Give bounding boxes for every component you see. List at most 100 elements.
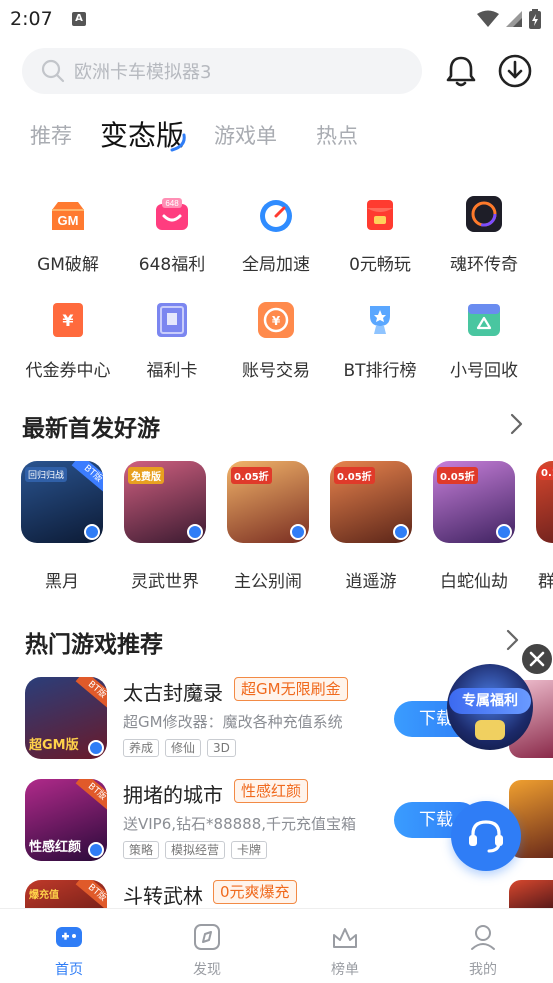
platform-badge	[393, 524, 409, 540]
gm-icon: GM	[52, 202, 84, 230]
new-game-item[interactable]: 0.05折 白蛇仙劫	[431, 461, 517, 592]
nav-label: 我的	[469, 962, 497, 978]
notification-a-icon: A	[72, 12, 86, 26]
chevron-right-icon[interactable]	[504, 629, 520, 651]
shortcut-label: 魂环传奇	[450, 255, 518, 275]
shortcut-voucher[interactable]: ¥ 代金券中心	[16, 300, 120, 381]
red-envelope-icon	[367, 200, 393, 230]
nav-label: 榜单	[331, 962, 359, 978]
shortcut-label: 全局加速	[242, 255, 310, 275]
game-desc: 超GM修改器：魔改各种充值系统	[123, 713, 343, 731]
game-title: 斗转武林	[123, 884, 203, 908]
nav-home[interactable]: 首页	[29, 923, 109, 979]
headset-icon	[469, 820, 503, 853]
platform-badge	[496, 524, 512, 540]
shortcut-label: 0元畅玩	[349, 255, 411, 275]
game-thumbnail: BT版 性感红颜	[25, 779, 107, 861]
close-floating-button[interactable]	[522, 644, 552, 674]
tab-recommend[interactable]: 推荐	[30, 120, 72, 150]
game-thumbnail: 0.05折	[330, 461, 412, 543]
game-thumbnail: BT版 超GM版	[25, 677, 107, 759]
svg-text:¥: ¥	[272, 314, 281, 328]
game-banner: 免费版	[128, 467, 164, 484]
search-icon	[41, 59, 65, 83]
tab-hot[interactable]: 热点	[316, 120, 358, 150]
game-banner: 0.05折	[231, 467, 272, 484]
shortcut-speedup[interactable]: 全局加速	[224, 194, 328, 275]
app-page: 2:07 A 欧洲卡车模拟器3 推荐 变态版 游戏单 热点 GM GM破解 64…	[0, 0, 553, 983]
hot-games-title: 热门游戏推荐	[25, 632, 163, 658]
game-banner: 0.05折	[437, 467, 478, 484]
new-game-item[interactable]: BT版 回归归战 黑月	[19, 461, 105, 592]
thumb-caption: 性感红颜	[29, 840, 82, 855]
game-name: 群	[538, 572, 553, 592]
nav-label: 首页	[55, 962, 83, 978]
tab-game-list[interactable]: 游戏单	[214, 120, 277, 150]
nav-profile[interactable]: 我的	[443, 923, 523, 979]
home-gamepad-icon	[56, 927, 82, 947]
welfare-card-icon	[157, 303, 187, 337]
game-name: 主公别闹	[234, 572, 302, 592]
bt-corner-label: BT版	[71, 461, 103, 494]
wifi-icon	[477, 10, 499, 27]
svg-text:¥: ¥	[62, 311, 73, 330]
shortcut-free-play[interactable]: 0元畅玩	[328, 194, 432, 275]
active-tab-indicator	[170, 133, 186, 152]
shortcut-bt-ranking[interactable]: BT排行榜	[328, 300, 432, 381]
gift-648-icon: 648	[156, 198, 188, 230]
search-bar[interactable]: 欧洲卡车模拟器3	[22, 48, 422, 94]
shortcut-648[interactable]: 648 648福利	[120, 194, 224, 275]
genre-chips: 养成 修仙 3D	[123, 739, 236, 757]
chevron-right-icon[interactable]	[508, 413, 524, 435]
ranking-crown-icon	[333, 928, 357, 948]
exclusive-welfare-badge[interactable]: 专属福利	[447, 664, 533, 750]
platform-badge	[88, 740, 104, 756]
shortcut-label: 代金券中心	[25, 361, 111, 381]
game-title: 太古封魔录	[123, 681, 223, 705]
new-game-item[interactable]: 0.1 群	[534, 461, 553, 592]
soul-ring-icon	[466, 196, 502, 232]
game-banner: 0.1	[539, 467, 553, 480]
shortcut-soul-ring[interactable]: 魂环传奇	[432, 194, 536, 275]
compass-icon	[194, 924, 220, 950]
account-trade-icon: ¥	[258, 302, 294, 338]
customer-service-button[interactable]	[451, 801, 521, 871]
new-game-item[interactable]: 免费版 灵武世界	[122, 461, 208, 592]
profile-icon	[471, 925, 495, 950]
genre-chip: 修仙	[165, 739, 202, 757]
shortcut-label: 福利卡	[146, 361, 198, 381]
shortcut-label: GM破解	[37, 255, 99, 275]
shortcut-welfare-card[interactable]: 福利卡	[120, 300, 224, 381]
genre-chips: 策略 模拟经营 卡牌	[123, 841, 268, 859]
game-thumbnail: 0.05折	[227, 461, 309, 543]
shortcut-account-trade[interactable]: ¥ 账号交易	[224, 300, 328, 381]
hot-game-item[interactable]: BT版 爆充值 斗转武林 0元爽爆充	[25, 880, 545, 908]
game-thumbnail: BT版 回归归战	[21, 461, 103, 543]
svg-text:648: 648	[165, 199, 179, 208]
category-tabs: 推荐 变态版 游戏单 热点	[0, 112, 553, 156]
download-manager-icon[interactable]	[497, 53, 533, 89]
nav-ranking[interactable]: 榜单	[305, 923, 385, 979]
game-thumbnail: 0.05折	[433, 461, 515, 543]
game-thumbnail: BT版 爆充值	[25, 880, 107, 908]
game-name: 白蛇仙劫	[440, 572, 508, 592]
genre-chip: 策略	[123, 841, 160, 859]
genre-chip: 卡牌	[231, 841, 268, 859]
nav-discover[interactable]: 发现	[167, 923, 247, 979]
search-placeholder: 欧洲卡车模拟器3	[74, 62, 212, 83]
badge-text: 专属福利	[449, 688, 531, 714]
game-name: 黑月	[45, 572, 79, 592]
new-game-item[interactable]: 0.05折 逍遥游	[328, 461, 414, 592]
bell-icon[interactable]	[444, 54, 478, 88]
genre-chip: 养成	[123, 739, 160, 757]
battery-icon	[529, 9, 541, 29]
trophy-icon	[370, 306, 390, 334]
new-games-title: 最新首发好游	[22, 416, 160, 442]
game-desc: 送VIP6,钻石*88888,千元充值宝箱	[123, 815, 357, 833]
shortcut-gm[interactable]: GM GM破解	[16, 194, 120, 275]
speedometer-icon	[260, 200, 292, 232]
new-game-item[interactable]: 0.05折 主公别闹	[225, 461, 311, 592]
nav-label: 发现	[193, 962, 221, 978]
svg-text:GM: GM	[58, 213, 79, 228]
shortcut-recycle[interactable]: 小号回收	[432, 300, 536, 381]
